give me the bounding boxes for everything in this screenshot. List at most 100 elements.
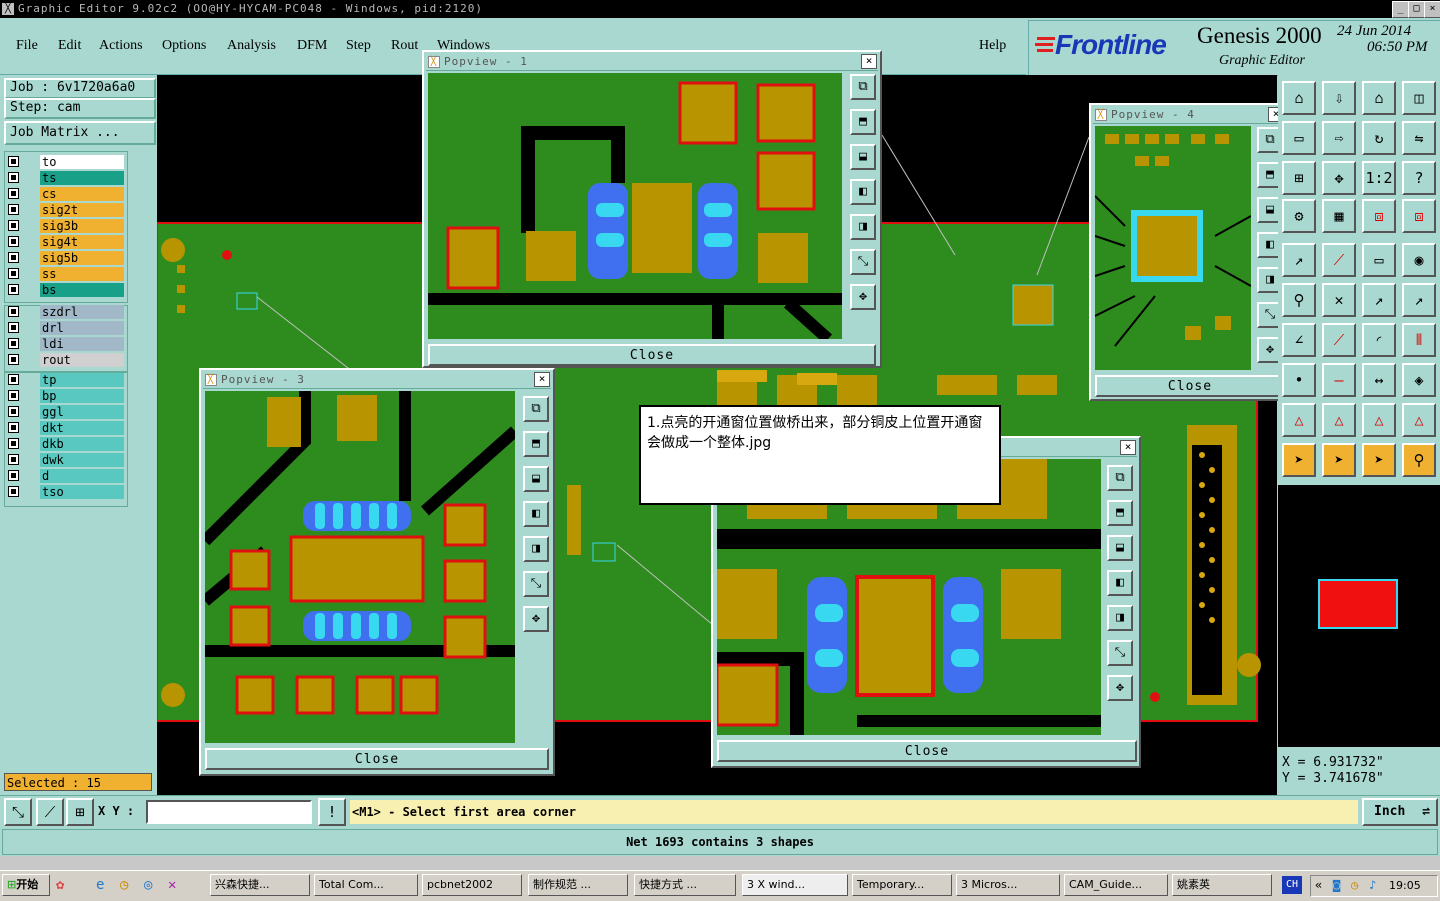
layer-checkbox[interactable] — [8, 390, 19, 401]
unit-selector[interactable]: Inch ⇌ — [1362, 798, 1438, 826]
split-view-icon[interactable]: ◫ — [1402, 81, 1436, 115]
quick-launch-icon[interactable]: ✿ — [56, 877, 64, 893]
scale-icon[interactable]: 1:2 — [1362, 161, 1396, 195]
layer-checkbox[interactable] — [8, 470, 19, 481]
zoom-home-icon[interactable]: ⌂ — [1282, 81, 1316, 115]
layer-row-ggl[interactable]: ggl — [8, 405, 124, 420]
triangle-2-icon[interactable]: △ — [1322, 403, 1356, 437]
menu-dfm[interactable]: DFM — [297, 38, 327, 54]
layer-checkbox[interactable] — [8, 354, 19, 365]
pan-left-button[interactable]: ◧ — [1107, 570, 1133, 596]
pan-down-button[interactable]: ⬓ — [1107, 535, 1133, 561]
home-icon[interactable]: ⌂ — [1362, 81, 1396, 115]
layer-checkbox[interactable] — [8, 220, 19, 231]
pan-right-button[interactable]: ◨ — [850, 214, 876, 240]
align-icon[interactable]: ⫴ — [1402, 323, 1436, 357]
layer-row-ldi[interactable]: ldi — [8, 337, 124, 352]
ruler-icon[interactable]: ▭ — [1362, 243, 1396, 277]
tray-network-icon[interactable]: ◙ — [1333, 878, 1340, 892]
layer-checkbox[interactable] — [8, 156, 19, 167]
layer-row-ts[interactable]: ts — [8, 171, 124, 186]
task-item-10[interactable]: 姚素英 — [1172, 874, 1272, 896]
job-matrix-button[interactable]: Job Matrix ... — [4, 121, 156, 145]
menu-edit[interactable]: Edit — [58, 38, 81, 54]
layer-checkbox[interactable] — [8, 322, 19, 333]
triangle-4-icon[interactable]: △ — [1402, 403, 1436, 437]
task-item-9[interactable]: CAM_Guide... — [1064, 874, 1168, 896]
layer-checkbox[interactable] — [8, 338, 19, 349]
layer-row-drl[interactable]: drl — [8, 321, 124, 336]
pan-left-button[interactable]: ◧ — [523, 501, 549, 527]
zoom-in-button[interactable]: ⤡ — [850, 249, 876, 275]
layer-row-d[interactable]: d — [8, 469, 124, 484]
layer-checkbox[interactable] — [8, 204, 19, 215]
popview-4-titlebar[interactable]: ╳ Popview - 4 — [1093, 107, 1285, 124]
zoom-fit-button[interactable]: ⧉ — [1107, 465, 1133, 491]
layer-row-to[interactable]: to — [8, 155, 124, 170]
minus-icon[interactable]: — — [1322, 363, 1356, 397]
layer-checkbox[interactable] — [8, 268, 19, 279]
tray-app-icon[interactable]: ◷ — [1351, 878, 1358, 892]
measure-icon[interactable]: ↔ — [1362, 363, 1396, 397]
pad-select-icon[interactable]: ◉ — [1402, 243, 1436, 277]
layer-row-rout[interactable]: rout — [8, 353, 124, 368]
layer-row-bp[interactable]: bp — [8, 389, 124, 404]
select-net-icon[interactable]: ⚲ — [1402, 443, 1436, 477]
measure-tool-icon[interactable]: ⟋ — [36, 798, 64, 826]
layer-checkbox[interactable] — [8, 486, 19, 497]
start-button[interactable]: ⊞开始 — [2, 874, 50, 896]
layer-row-tp[interactable]: tp — [8, 373, 124, 388]
grid-tool-icon[interactable]: ⊞ — [66, 798, 94, 826]
zoom-area-icon[interactable]: ⊞ — [1282, 161, 1316, 195]
connect-icon[interactable]: ⚲ — [1282, 283, 1316, 317]
pan-left-button[interactable]: ◧ — [850, 179, 876, 205]
layer-row-dwk[interactable]: dwk — [8, 453, 124, 468]
layer-checkbox[interactable] — [8, 284, 19, 295]
layer-checkbox[interactable] — [8, 236, 19, 247]
popview-3-canvas[interactable] — [205, 391, 515, 743]
triangle-icon[interactable]: △ — [1282, 403, 1316, 437]
layer-row-dkt[interactable]: dkt — [8, 421, 124, 436]
menu-step[interactable]: Step — [346, 38, 371, 54]
task-item-5[interactable]: 快捷方式 ... — [634, 874, 736, 896]
popview-1-titlebar[interactable]: ╳ Popview - 1 — [426, 54, 878, 71]
layer-checkbox[interactable] — [8, 252, 19, 263]
popview-2-close-x[interactable]: × — [1120, 440, 1136, 455]
menu-analysis[interactable]: Analysis — [227, 38, 276, 54]
zoom-out-button[interactable]: ✥ — [523, 606, 549, 632]
pan-down-button[interactable]: ⬓ — [850, 144, 876, 170]
select-arrow-icon[interactable]: ➤ — [1282, 443, 1316, 477]
angle-icon[interactable]: ∠ — [1282, 323, 1316, 357]
pan-right-icon[interactable]: ⇨ — [1322, 121, 1356, 155]
layer-checkbox[interactable] — [8, 188, 19, 199]
mirror-icon[interactable]: ⇋ — [1402, 121, 1436, 155]
layer-checkbox[interactable] — [8, 438, 19, 449]
zoom-out-button[interactable]: ✥ — [850, 284, 876, 310]
tray-volume-icon[interactable]: ♪ — [1369, 878, 1376, 892]
layer-row-szdrl[interactable]: szdrl — [8, 305, 124, 320]
popview-3-window[interactable]: ╳ Popview - 3 × ⧉ ⬒ ⬓ ◧ ◨ ⤡ ✥ Close — [199, 368, 555, 776]
layer-row-ss[interactable]: ss — [8, 267, 124, 282]
pan-up-button[interactable]: ⬒ — [523, 431, 549, 457]
zoom-down-icon[interactable]: ⇩ — [1322, 81, 1356, 115]
layer-checkbox[interactable] — [8, 454, 19, 465]
layer-checkbox[interactable] — [8, 172, 19, 183]
draw-line-icon[interactable]: ⟋ — [1322, 243, 1356, 277]
move-2-icon[interactable]: ↗ — [1402, 283, 1436, 317]
clock-app-icon[interactable]: ◷ — [120, 877, 128, 893]
slash-icon[interactable]: ⟋ — [1322, 323, 1356, 357]
alert-icon[interactable]: ! — [318, 798, 346, 826]
popview-3-close-button[interactable]: Close — [205, 748, 549, 770]
popview-2-close-button[interactable]: Close — [717, 740, 1137, 762]
lang-indicator[interactable]: CH — [1282, 876, 1302, 894]
layer-checkbox[interactable] — [8, 406, 19, 417]
triangle-3-icon[interactable]: △ — [1362, 403, 1396, 437]
pan-right-button[interactable]: ◨ — [523, 536, 549, 562]
layer-row-tso[interactable]: tso — [8, 485, 124, 500]
snap-icon[interactable]: ⚙ — [1282, 199, 1316, 233]
menu-actions[interactable]: Actions — [99, 38, 143, 54]
layer-checkbox[interactable] — [8, 306, 19, 317]
menu-help[interactable]: Help — [979, 38, 1006, 54]
shapes-icon[interactable]: ◈ — [1402, 363, 1436, 397]
task-item-7[interactable]: Temporary... — [852, 874, 952, 896]
